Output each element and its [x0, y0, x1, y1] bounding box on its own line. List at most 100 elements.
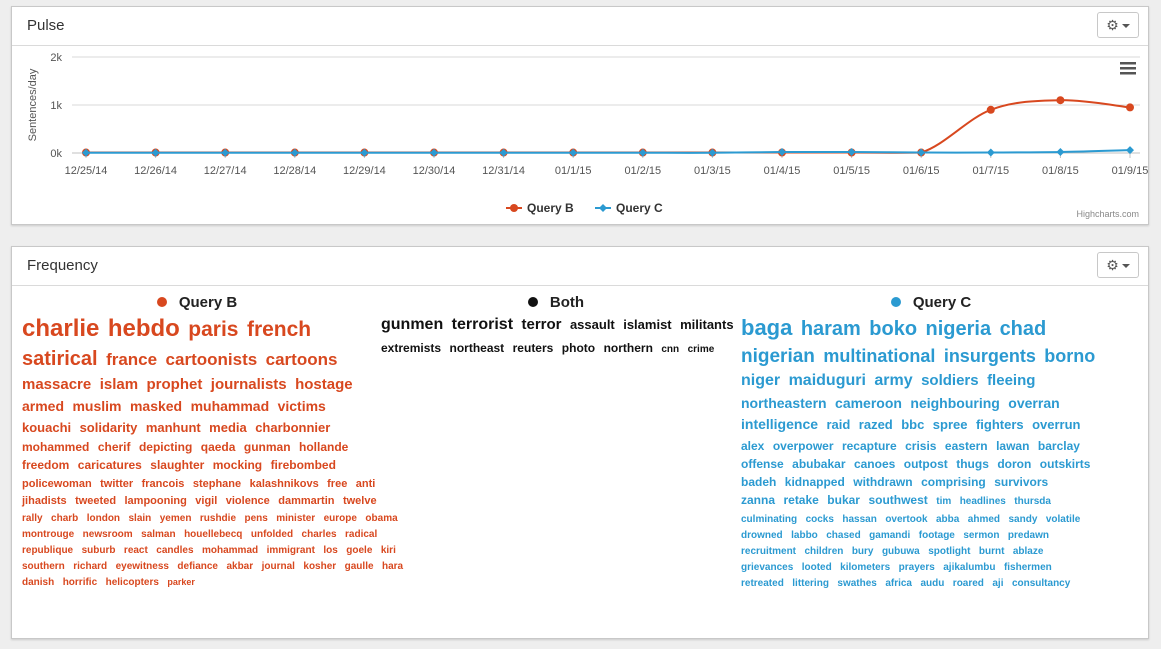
cloud-word[interactable]: rushdie: [200, 513, 236, 524]
cloud-word[interactable]: islamist: [623, 317, 671, 332]
cloud-word[interactable]: africa: [885, 578, 912, 589]
cloud-word[interactable]: eyewitness: [116, 561, 169, 572]
cloud-word[interactable]: violence: [226, 495, 270, 507]
cloud-word[interactable]: europe: [324, 513, 357, 524]
cloud-word[interactable]: raid: [826, 417, 850, 432]
cloud-word[interactable]: overpower: [773, 439, 834, 453]
legend-label[interactable]: Query C: [616, 201, 663, 215]
cloud-word[interactable]: southern: [22, 561, 65, 572]
cloud-word[interactable]: mocking: [213, 458, 262, 472]
cloud-word[interactable]: prayers: [899, 562, 935, 573]
cloud-word[interactable]: aji: [992, 578, 1003, 589]
cloud-word[interactable]: ajikalumbu: [943, 562, 995, 573]
cloud-word[interactable]: cartoonists: [166, 350, 258, 369]
cloud-word[interactable]: overran: [1008, 395, 1059, 411]
cloud-word[interactable]: ablaze: [1013, 546, 1044, 557]
cloud-word[interactable]: roared: [953, 578, 984, 589]
cloud-word[interactable]: journalists: [211, 376, 287, 393]
cloud-word[interactable]: unfolded: [251, 529, 293, 540]
cloud-word[interactable]: baga: [741, 315, 792, 340]
cloud-word[interactable]: armed: [22, 398, 64, 414]
cloud-word[interactable]: extremists: [381, 341, 441, 355]
cloud-word[interactable]: drowned: [741, 530, 783, 541]
cloud-word[interactable]: survivors: [994, 475, 1048, 489]
cloud-word[interactable]: richard: [73, 561, 107, 572]
pulse-settings-button[interactable]: ⚙: [1097, 12, 1139, 38]
cloud-word[interactable]: southwest: [868, 493, 927, 507]
cloud-word[interactable]: hebdo: [108, 315, 180, 342]
cloud-word[interactable]: fishermen: [1004, 562, 1052, 573]
data-point[interactable]: [986, 105, 995, 114]
cloud-word[interactable]: hostage: [295, 376, 353, 393]
cloud-word[interactable]: bbc: [901, 417, 924, 432]
cloud-word[interactable]: militants: [680, 317, 733, 332]
cloud-word[interactable]: twelve: [343, 495, 377, 507]
cloud-word[interactable]: burnt: [979, 546, 1005, 557]
cloud-word[interactable]: northeastern: [741, 395, 827, 411]
data-point[interactable]: [1056, 96, 1065, 105]
cloud-word[interactable]: haram: [801, 318, 861, 340]
cloud-word[interactable]: gaulle: [345, 561, 374, 572]
cloud-word[interactable]: northern: [604, 341, 653, 355]
data-point[interactable]: [986, 148, 995, 157]
cloud-word[interactable]: react: [124, 545, 148, 556]
cloud-word[interactable]: overrun: [1032, 417, 1080, 432]
cloud-word[interactable]: kalashnikovs: [250, 478, 319, 490]
cloud-word[interactable]: culminating: [741, 514, 797, 525]
cloud-word[interactable]: chad: [1000, 318, 1047, 340]
cloud-word[interactable]: predawn: [1008, 530, 1049, 541]
data-point[interactable]: [1126, 103, 1134, 112]
cloud-word[interactable]: razed: [859, 417, 893, 432]
cloud-word[interactable]: goele: [346, 545, 372, 556]
cloud-word[interactable]: slain: [129, 513, 152, 524]
cloud-word[interactable]: cameroon: [835, 395, 902, 411]
cloud-word[interactable]: spree: [933, 417, 968, 432]
cloud-word[interactable]: gubuwa: [882, 546, 920, 557]
cloud-word[interactable]: france: [106, 350, 157, 369]
hamburger-icon[interactable]: [1120, 62, 1136, 75]
cloud-word[interactable]: cartoons: [266, 350, 338, 369]
cloud-word[interactable]: alex: [741, 439, 764, 453]
cloud-word[interactable]: caricatures: [78, 458, 142, 472]
cloud-word[interactable]: offense: [741, 457, 784, 471]
cloud-word[interactable]: borno: [1044, 346, 1095, 366]
cloud-word[interactable]: jihadists: [22, 495, 67, 507]
cloud-word[interactable]: cnn: [661, 344, 679, 355]
cloud-word[interactable]: audu: [920, 578, 944, 589]
cloud-word[interactable]: charlie: [22, 315, 99, 342]
cloud-word[interactable]: boko: [869, 318, 917, 340]
cloud-word[interactable]: lampooning: [125, 495, 187, 507]
cloud-word[interactable]: outskirts: [1040, 457, 1091, 471]
cloud-word[interactable]: spotlight: [928, 546, 970, 557]
cloud-word[interactable]: terrorist: [452, 316, 513, 333]
cloud-word[interactable]: los: [323, 545, 337, 556]
cloud-word[interactable]: kosher: [303, 561, 336, 572]
cloud-word[interactable]: grievances: [741, 562, 793, 573]
cloud-word[interactable]: parker: [167, 577, 195, 587]
cloud-word[interactable]: littering: [792, 578, 829, 589]
cloud-word[interactable]: fleeing: [987, 372, 1035, 389]
cloud-word[interactable]: kouachi: [22, 420, 71, 435]
cloud-word[interactable]: recruitment: [741, 546, 796, 557]
cloud-word[interactable]: comprising: [921, 475, 986, 489]
cloud-word[interactable]: intelligence: [741, 416, 818, 432]
data-point[interactable]: [1056, 148, 1065, 157]
cloud-word[interactable]: retreated: [741, 578, 784, 589]
cloud-word[interactable]: neighbouring: [910, 395, 999, 411]
cloud-word[interactable]: muslim: [72, 398, 121, 414]
cloud-word[interactable]: vigil: [195, 495, 217, 507]
cloud-word[interactable]: salman: [141, 529, 175, 540]
cloud-word[interactable]: sermon: [963, 530, 999, 541]
cloud-word[interactable]: hassan: [842, 514, 876, 525]
cloud-word[interactable]: retake: [783, 493, 818, 507]
cloud-word[interactable]: photo: [562, 341, 595, 355]
cloud-word[interactable]: solidarity: [80, 420, 138, 435]
cloud-word[interactable]: newsroom: [83, 529, 133, 540]
cloud-word[interactable]: soldiers: [921, 372, 979, 389]
cloud-word[interactable]: children: [804, 546, 843, 557]
cloud-word[interactable]: niger: [741, 372, 780, 389]
cloud-word[interactable]: immigrant: [267, 545, 315, 556]
cloud-word[interactable]: policewoman: [22, 478, 92, 490]
cloud-word[interactable]: mohammed: [22, 440, 89, 454]
legend-marker[interactable]: [599, 204, 607, 212]
